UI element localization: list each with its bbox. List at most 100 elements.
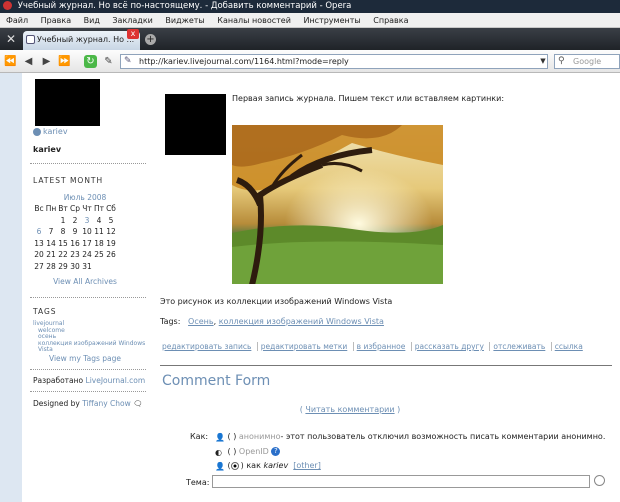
user-profile-link[interactable]: kariev [33,127,68,136]
reload-icon[interactable]: ↻ [84,55,97,68]
opera-logo-icon [3,1,12,10]
my-tags-link[interactable]: View my Tags page [30,354,140,363]
anonymous-user-icon: 👤 [215,432,225,442]
user-icon: 👤 [215,461,225,471]
read-comments: ( Читать комментарии ) [299,405,401,414]
smiley-icon[interactable] [594,475,605,486]
post-caption: Это рисунок из коллекции изображений Win… [160,297,393,306]
openid-icon: ◐ [215,447,222,457]
calendar-day: 21 [46,250,56,260]
calendar-day: 27 [34,261,44,271]
calendar-day: 9 [72,227,78,237]
sidebar-divider [30,391,146,392]
fast-forward-icon[interactable]: ⏩ [58,55,71,68]
tools-icon[interactable]: ✕ [4,32,18,46]
calendar-day: 14 [46,238,56,248]
sidebar-divider [30,297,146,298]
calendar-day: 2 [72,215,78,225]
tags-heading: TAGS [33,307,57,316]
read-comments-link[interactable]: Читать комментарии [305,405,394,414]
calendar-day: 8 [60,227,66,237]
post-tag-link[interactable]: Осень [188,317,214,326]
calendar-day: 15 [58,238,68,248]
calendar-day [33,215,45,227]
rewind-icon[interactable]: ⏪ [4,55,17,68]
post-tag-link[interactable]: коллекция изображений Windows Vista [219,317,384,326]
calendar-day: 10 [82,227,92,237]
subject-label: Тема: [186,478,210,487]
calendar-weekday: Вт [58,204,68,214]
window-title: Учебный журнал. Но всё по-настоящему. - … [17,1,352,11]
navigation-bar: ⏪ ◀ ▶ ⏩ ↻ ✎ ✎ http://kariev.livejournal.… [0,50,620,73]
calendar-day: 5 [108,215,114,225]
calendar-day: 20 [34,250,44,260]
menu-edit[interactable]: Правка [36,13,76,28]
designer-link[interactable]: Tiffany Chow [82,399,131,408]
calendar-day: 16 [70,238,80,248]
subject-input[interactable] [212,475,590,488]
track-link[interactable]: отслеживать [489,342,549,351]
current-user-option: 👤 () как kariev [other] [215,461,321,471]
other-user-link[interactable]: [other] [293,461,321,470]
page-content: kariev kariev LATEST MONTH Июль 2008 Вс П… [0,73,620,502]
help-icon[interactable]: ? [271,447,281,456]
calendar-weekday: Ср [70,204,80,214]
post-userpic [165,94,226,155]
edit-entry-link[interactable]: редактировать запись [160,342,254,351]
post-tags: Tags: Осень, коллекция изображений Windo… [160,317,384,326]
post-text: Первая запись журнала. Пишем текст или в… [232,94,505,103]
calendar-day: 25 [94,250,104,260]
calendar-day[interactable]: 6 [33,226,45,238]
menu-tools[interactable]: Инструменты [298,13,365,28]
calendar-day: 24 [82,250,92,260]
powered-by: Разработано LiveJournal.com [33,376,146,385]
menu-help[interactable]: Справка [368,13,413,28]
calendar-weekday: Чт [82,204,92,214]
menu-view[interactable]: Вид [79,13,105,28]
address-dropdown-icon[interactable]: ▼ [538,55,548,68]
livejournal-link[interactable]: LiveJournal.com [86,376,146,385]
user-icon [33,127,41,136]
edit-site-prefs-icon[interactable]: ✎ [102,55,115,68]
new-tab-button[interactable]: + [145,34,156,45]
current-user-radio[interactable] [230,461,239,470]
address-bar[interactable]: ✎ http://kariev.livejournal.com/1164.htm… [120,54,548,69]
calendar-day [105,261,117,273]
calendar-weekday: Сб [106,204,116,214]
tell-friend-link[interactable]: рассказать другу [410,342,487,351]
calendar-day: 12 [106,227,116,237]
back-icon[interactable]: ◀ [22,55,35,68]
calendar-month-link[interactable]: Июль 2008 [30,193,140,202]
speech-bubble-icon: 🗨 [133,399,143,408]
menu-bookmarks[interactable]: Закладки [107,13,157,28]
menu-widgets[interactable]: Виджеты [160,13,209,28]
calendar-day [45,215,57,227]
calendar-day: 7 [48,227,54,237]
tab-label: Учебный журнал. Но ... [37,35,135,44]
user-avatar[interactable] [35,79,100,126]
designed-by: Designed by Tiffany Chow 🗨 [33,399,143,408]
search-field[interactable]: ⚲ Google [554,54,620,69]
calendar-day [93,261,105,273]
tab-current[interactable]: Учебный журнал. Но ... [23,31,140,50]
calendar-day[interactable]: 3 [81,215,93,227]
add-to-memories-link[interactable]: в избранное [352,342,409,351]
menu-feeds[interactable]: Каналы новостей [212,13,296,28]
calendar-day: 19 [106,238,116,248]
left-strip [0,73,22,502]
calendar-day: 26 [106,250,116,260]
openid-option: ◐ ( ) OpenID ? [215,447,281,457]
edit-tags-link[interactable]: редактировать метки [256,342,351,351]
calendar-day: 28 [46,261,56,271]
calendar-day: 30 [70,261,80,271]
calendar-day: 4 [96,215,102,225]
permalink-link[interactable]: ссылка [550,342,586,351]
tag-link[interactable]: коллекция изображений Windows Vista [33,340,152,354]
search-icon: ⚲ [558,56,565,66]
all-archives-link[interactable]: View All Archives [30,277,140,286]
tab-close-button[interactable]: x [127,29,139,39]
username-label: kariev [33,145,62,154]
calendar-day: 17 [82,238,92,248]
menu-file[interactable]: Файл [0,13,33,28]
forward-icon[interactable]: ▶ [40,55,53,68]
